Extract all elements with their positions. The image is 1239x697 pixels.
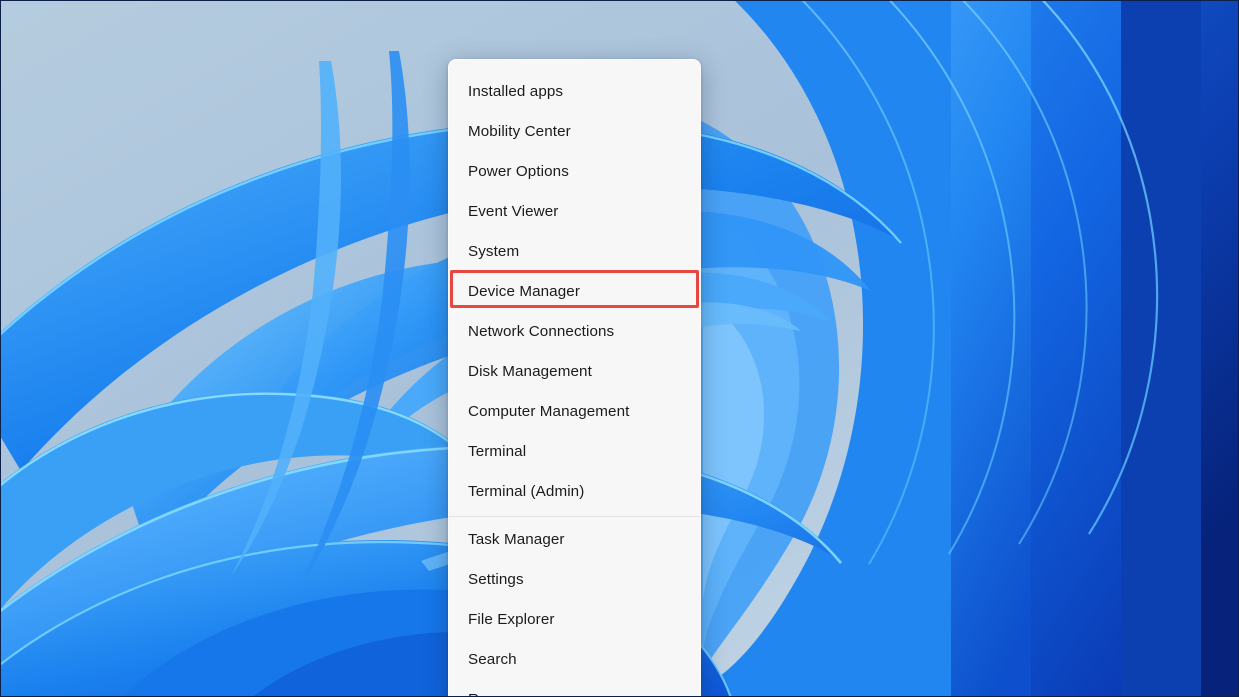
- menu-item-label: Search: [468, 651, 517, 669]
- menu-item-file-explorer[interactable]: File Explorer: [449, 600, 700, 640]
- menu-item-label: Network Connections: [468, 323, 615, 341]
- menu-item-label: Power Options: [468, 163, 569, 181]
- menu-item-terminal[interactable]: Terminal: [449, 432, 700, 472]
- menu-item-mobility-center[interactable]: Mobility Center: [449, 112, 700, 152]
- menu-item-run[interactable]: Run: [449, 680, 700, 696]
- menu-item-label: Disk Management: [468, 363, 592, 381]
- menu-item-device-manager[interactable]: Device Manager: [449, 270, 700, 312]
- menu-item-power-options[interactable]: Power Options: [449, 152, 700, 192]
- menu-item-network-connections[interactable]: Network Connections: [449, 312, 700, 352]
- menu-item-label: Mobility Center: [468, 123, 571, 141]
- menu-item-system[interactable]: System: [449, 232, 700, 272]
- menu-separator: [449, 516, 700, 517]
- menu-item-label: Run: [468, 692, 496, 696]
- menu-item-settings[interactable]: Settings: [449, 560, 700, 600]
- menu-item-task-manager[interactable]: Task Manager: [449, 520, 700, 560]
- menu-item-label: Terminal (Admin): [468, 483, 585, 501]
- menu-item-label: Terminal: [468, 443, 527, 461]
- menu-item-label: Settings: [468, 571, 524, 589]
- menu-item-search[interactable]: Search: [449, 640, 700, 680]
- menu-item-label: Computer Management: [468, 403, 630, 421]
- menu-item-label: File Explorer: [468, 611, 555, 629]
- menu-item-computer-management[interactable]: Computer Management: [449, 392, 700, 432]
- menu-item-label: Installed apps: [468, 83, 564, 101]
- menu-item-event-viewer[interactable]: Event Viewer: [449, 192, 700, 232]
- menu-group-system-tools: Installed apps Mobility Center Power Opt…: [449, 72, 700, 512]
- menu-group-shell-tools: Task Manager Settings File Explorer Sear…: [449, 520, 700, 696]
- menu-item-label: Event Viewer: [468, 203, 559, 221]
- menu-top-padding: [449, 60, 700, 72]
- menu-item-label: System: [468, 243, 520, 261]
- menu-item-label: Task Manager: [468, 531, 565, 549]
- menu-item-label: Device Manager: [468, 283, 580, 301]
- win-x-quick-link-menu[interactable]: Installed apps Mobility Center Power Opt…: [448, 59, 701, 696]
- menu-item-installed-apps[interactable]: Installed apps: [449, 72, 700, 112]
- menu-item-terminal-admin[interactable]: Terminal (Admin): [449, 472, 700, 512]
- menu-item-disk-management[interactable]: Disk Management: [449, 352, 700, 392]
- desktop-screen: Installed apps Mobility Center Power Opt…: [0, 0, 1239, 697]
